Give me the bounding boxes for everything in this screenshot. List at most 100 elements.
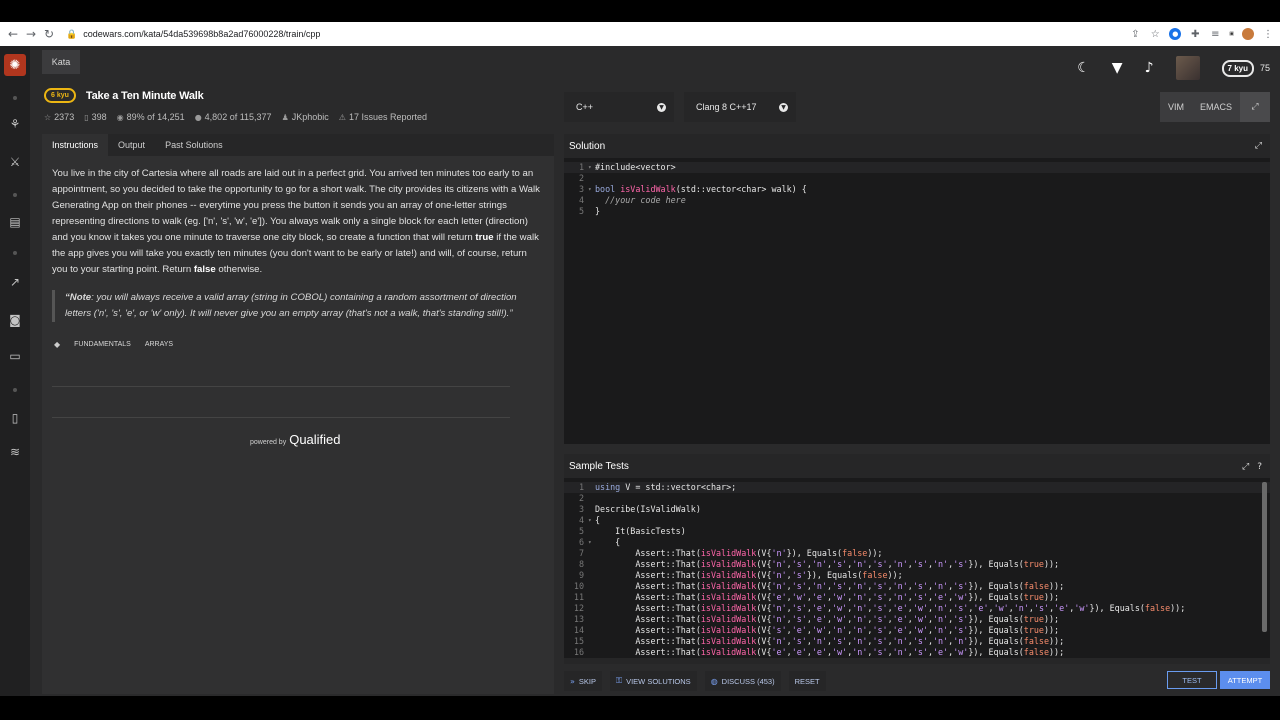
votes-stat[interactable]: ☆ 2373 xyxy=(44,112,74,122)
line-number: 4 xyxy=(578,195,584,205)
tab-instructions[interactable]: Instructions xyxy=(42,134,109,156)
line-number: 9 xyxy=(578,570,584,580)
fullscreen-icon[interactable]: ⤢ xyxy=(1240,92,1271,122)
code-text: using V = std::vector<char>; xyxy=(595,482,737,492)
address-bar[interactable]: 🔒 codewars.com/kata/54da539698b8a2ad7600… xyxy=(66,29,320,40)
emacs-mode-button[interactable]: EMACS xyxy=(1192,92,1240,122)
tab-past-solutions[interactable]: Past Solutions xyxy=(155,134,233,156)
completed-icon: ● xyxy=(194,112,202,122)
version-select[interactable]: Clang 8 C++17 ▼ xyxy=(684,92,796,122)
code-line: 5 It(BasicTests) xyxy=(564,526,1270,537)
discuss-button[interactable]: ◍ DISCUSS (453) xyxy=(704,671,781,691)
code-line: 11 Assert::That(isValidWalk(V{'e','w','e… xyxy=(564,592,1270,603)
dark-mode-icon[interactable]: ☾ xyxy=(1077,60,1090,76)
back-icon[interactable]: ← xyxy=(6,27,20,41)
sidebar: ✺ ⚘ ⚔ ▤ ↗ ◙ ▭ ▯ ≋ xyxy=(0,46,30,696)
code-text: Assert::That(isValidWalk(V{'e','w','e','… xyxy=(595,592,1060,602)
line-number: 8 xyxy=(578,559,584,569)
rank-badge: 7 kyu xyxy=(1221,59,1254,77)
line-number: 1 xyxy=(578,482,584,492)
expand-icon[interactable]: ⤢ xyxy=(1255,141,1262,151)
solution-editor[interactable]: 1 ▾ #include<vector> 2 3 ▾ bool isValidWalk(s… xyxy=(564,158,1270,444)
scrollbar[interactable] xyxy=(1262,482,1267,632)
extension-icon[interactable]: ● xyxy=(1169,28,1182,40)
author-link[interactable]: ♟ JKphobic xyxy=(282,112,329,122)
training-icon[interactable]: ⚘ xyxy=(5,116,25,132)
code-line: 5 } xyxy=(564,206,1270,217)
divider xyxy=(52,386,510,387)
attempt-button[interactable]: ATTEMPT xyxy=(1220,671,1270,689)
leaderboard-icon[interactable]: ↗ xyxy=(5,274,25,290)
url-text: codewars.com/kata/54da539698b8a2ad760002… xyxy=(83,29,321,39)
heart-icon: ▯ xyxy=(84,112,89,122)
reset-button[interactable]: RESET xyxy=(788,671,826,691)
top-black-bar xyxy=(0,0,1280,22)
comments-icon: ◍ xyxy=(710,676,718,686)
description-text: You live in the city of Cartesia where a… xyxy=(52,168,540,275)
language-select[interactable]: C++ ▼ xyxy=(564,92,674,122)
code-line: 3 Describe(IsValidWalk) xyxy=(564,504,1270,515)
expand-icon[interactable]: ⤢ xyxy=(1242,462,1249,472)
code-text: #include<vector> xyxy=(595,162,676,172)
editor-modes: VIM EMACS ⤢ xyxy=(1160,92,1271,122)
bookmark-star-icon[interactable]: ☆ xyxy=(1149,28,1161,40)
code-text: Assert::That(isValidWalk(V{'s','e','w','… xyxy=(595,625,1060,635)
docs-icon[interactable]: ▯ xyxy=(5,410,25,426)
line-number: 3 xyxy=(578,184,584,194)
skip-button[interactable]: » SKIP xyxy=(564,671,602,691)
share-icon[interactable]: ⇪ xyxy=(1129,28,1141,40)
discuss-icon[interactable]: ▭ xyxy=(5,348,25,364)
code-line: 13 Assert::That(isValidWalk(V{'n','s','e… xyxy=(564,614,1270,625)
code-text: { xyxy=(595,515,601,525)
code-line: 4 ▾{ xyxy=(564,515,1270,526)
practice-icon[interactable]: ⚔ xyxy=(5,154,25,170)
line-number: 3 xyxy=(578,504,584,514)
puzzle-icon[interactable]: ✚ xyxy=(1189,28,1201,40)
notification-bell-icon[interactable]: ♪ xyxy=(1145,60,1154,76)
sample-tests-editor[interactable]: 1 using V = std::vector<char>; 2 3 Descri… xyxy=(564,478,1270,658)
user-rank[interactable]: 7 kyu 75 xyxy=(1221,59,1270,77)
test-button[interactable]: TEST xyxy=(1167,671,1217,689)
line-number: 4 xyxy=(578,515,584,525)
satisfaction-stat: ◉ 89% of 14,251 xyxy=(116,112,185,122)
tag-fundamentals[interactable]: FUNDAMENTALS xyxy=(74,341,131,348)
line-number: 7 xyxy=(578,548,584,558)
code-line: 8 Assert::That(isValidWalk(V{'n','s','n'… xyxy=(564,559,1270,570)
code-line: 3 ▾ bool isValidWalk(std::vector<char> wal… xyxy=(564,184,1270,195)
bookmark-icon[interactable]: ▼ xyxy=(1112,60,1123,76)
tag-arrays[interactable]: ARRAYS xyxy=(145,341,173,348)
avatar[interactable] xyxy=(1175,56,1200,80)
menu-icon[interactable]: ⋮ xyxy=(1262,28,1274,40)
satisfaction-icon: ◉ xyxy=(116,112,124,122)
code-text: Assert::That(isValidWalk(V{'e','e','e','… xyxy=(595,647,1065,657)
browser-toolbar: ← → ↻ 🔒 codewars.com/kata/54da539698b8a2… xyxy=(0,22,1280,46)
profile-icon[interactable] xyxy=(1242,28,1254,40)
forward-icon[interactable]: → xyxy=(24,27,38,41)
tab-output[interactable]: Output xyxy=(108,134,155,156)
tab-kata[interactable]: Kata xyxy=(42,50,80,74)
code-text: bool isValidWalk(std::vector<char> walk)… xyxy=(595,184,807,194)
rss-icon[interactable]: ≋ xyxy=(5,444,25,460)
line-number: 16 xyxy=(573,647,584,657)
discord-icon[interactable]: ◙ xyxy=(5,312,25,328)
completed-stat: ● 4,802 of 115,377 xyxy=(194,112,272,122)
powered-by-qualified[interactable]: powered by Qualified xyxy=(250,432,341,447)
code-text: Assert::That(isValidWalk(V{'n','s','e','… xyxy=(595,603,1186,613)
help-icon[interactable]: ? xyxy=(1257,462,1262,472)
issues-link[interactable]: ⚠ 17 Issues Reported xyxy=(339,112,427,122)
reading-list-icon[interactable]: ≡ xyxy=(1209,28,1221,40)
codewars-logo-icon[interactable]: ✺ xyxy=(4,54,26,76)
tag-icon: ◆ xyxy=(54,340,61,349)
vim-mode-button[interactable]: VIM xyxy=(1160,92,1192,122)
line-number: 12 xyxy=(573,603,584,613)
note-blockquote: “Note: you will always receive a valid a… xyxy=(52,290,544,322)
briefcase-icon[interactable]: ▤ xyxy=(5,214,25,230)
reload-icon[interactable]: ↻ xyxy=(42,27,56,41)
extension-text-icon[interactable]: ▣ xyxy=(1229,28,1234,40)
page-title: Take a Ten Minute Walk xyxy=(85,89,204,102)
view-solutions-button[interactable]: ⚿ VIEW SOLUTIONS xyxy=(610,671,697,691)
code-line: 6 ▾ { xyxy=(564,537,1270,548)
sidebar-dot xyxy=(13,251,17,255)
